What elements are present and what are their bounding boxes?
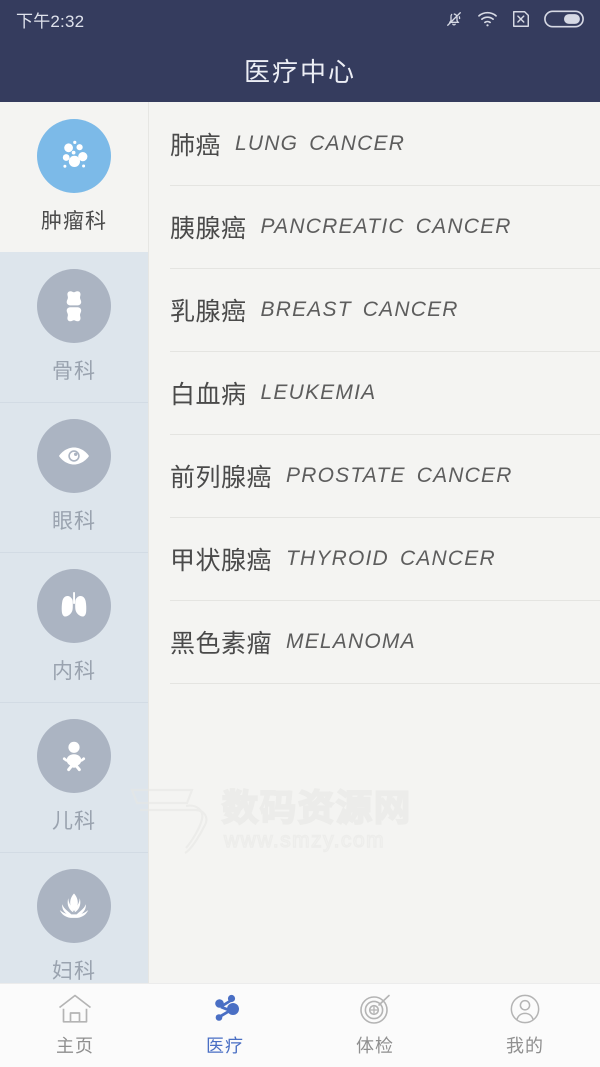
list-item[interactable]: 乳腺癌 BREAST CANCER <box>148 268 600 351</box>
sidebar-item-label: 肿瘤科 <box>41 210 107 233</box>
bell-muted-icon <box>444 9 464 29</box>
tab-checkup[interactable]: 体检 <box>300 984 450 1067</box>
tab-profile[interactable]: 我的 <box>450 984 600 1067</box>
content-area: 肿瘤科 骨科 眼科 内科 儿科 妇科 肺癌 LUNG CANCER 胰腺癌 PA… <box>0 102 600 983</box>
disease-name-cn: 肺癌 <box>170 131 222 160</box>
target-icon <box>358 993 392 1025</box>
status-bar: 下午2:32 <box>0 0 600 38</box>
disease-name-cn: 黑色素瘤 <box>170 629 273 658</box>
list-divider <box>170 683 600 684</box>
baby-icon <box>37 719 111 793</box>
disease-name-cn: 白血病 <box>170 380 247 409</box>
sidebar-item-pediatrics[interactable]: 儿科 <box>0 702 148 852</box>
disease-list[interactable]: 肺癌 LUNG CANCER 胰腺癌 PANCREATIC CANCER 乳腺癌… <box>148 102 600 983</box>
title-bar: 医疗中心 <box>0 38 600 102</box>
status-time: 下午2:32 <box>16 11 85 31</box>
molecule-icon <box>207 993 243 1025</box>
disease-name-cn: 前列腺癌 <box>170 463 273 492</box>
app-screen: 下午2:32 医疗中心 肿瘤科 骨科 眼科 内科 儿科 妇科 肺癌 LUNG C… <box>0 0 600 1067</box>
status-icon-group <box>444 9 584 29</box>
list-item[interactable]: 胰腺癌 PANCREATIC CANCER <box>148 185 600 268</box>
disease-name-en: PROSTATE CANCER <box>286 463 513 487</box>
sidebar-item-label: 骨科 <box>52 360 96 383</box>
sidebar-item-label: 妇科 <box>52 960 96 983</box>
sidebar-item-label: 内科 <box>52 660 96 683</box>
list-item[interactable]: 前列腺癌 PROSTATE CANCER <box>148 434 600 517</box>
battery-icon <box>544 9 584 29</box>
page-title: 医疗中心 <box>243 56 356 87</box>
tab-home[interactable]: 主页 <box>0 984 150 1067</box>
disease-name-en: PANCREATIC CANCER <box>260 214 512 238</box>
sidebar-item-internal-medicine[interactable]: 内科 <box>0 552 148 702</box>
tab-label: 主页 <box>56 1036 94 1056</box>
person-icon <box>508 993 542 1025</box>
sidebar-item-oncology[interactable]: 肿瘤科 <box>0 102 148 252</box>
home-icon <box>57 993 93 1025</box>
sidebar-item-label: 儿科 <box>52 810 96 833</box>
disease-name-en: LEUKEMIA <box>260 380 377 404</box>
sidebar-item-ophthalmology[interactable]: 眼科 <box>0 402 148 552</box>
tab-label: 体检 <box>356 1036 394 1056</box>
sidebar-item-orthopedics[interactable]: 骨科 <box>0 252 148 402</box>
lungs-icon <box>37 569 111 643</box>
tab-label: 我的 <box>506 1036 544 1056</box>
wifi-icon <box>477 10 498 28</box>
list-item[interactable]: 甲状腺癌 THYROID CANCER <box>148 517 600 600</box>
sidebar-item-gynecology[interactable]: 妇科 <box>0 852 148 983</box>
knee-joint-icon <box>37 269 111 343</box>
sidebar-item-label: 眼科 <box>52 510 96 533</box>
tab-medical[interactable]: 医疗 <box>150 984 300 1067</box>
disease-name-cn: 乳腺癌 <box>170 297 247 326</box>
disease-name-en: LUNG CANCER <box>235 131 406 155</box>
eye-icon <box>37 419 111 493</box>
tumor-cells-icon <box>37 119 111 193</box>
disease-name-cn: 甲状腺癌 <box>170 546 273 575</box>
sim-no-signal-icon <box>511 9 531 29</box>
disease-name-en: THYROID CANCER <box>286 546 496 570</box>
tab-label: 医疗 <box>206 1036 244 1056</box>
list-item[interactable]: 肺癌 LUNG CANCER <box>148 102 600 185</box>
disease-name-cn: 胰腺癌 <box>170 214 247 243</box>
bottom-tab-bar[interactable]: 主页 医疗 体检 我的 <box>0 983 600 1067</box>
disease-name-en: BREAST CANCER <box>260 297 459 321</box>
lotus-icon <box>37 869 111 943</box>
department-sidebar[interactable]: 肿瘤科 骨科 眼科 内科 儿科 妇科 <box>0 102 148 983</box>
disease-name-en: MELANOMA <box>286 629 416 653</box>
list-item[interactable]: 白血病 LEUKEMIA <box>148 351 600 434</box>
list-item[interactable]: 黑色素瘤 MELANOMA <box>148 600 600 683</box>
